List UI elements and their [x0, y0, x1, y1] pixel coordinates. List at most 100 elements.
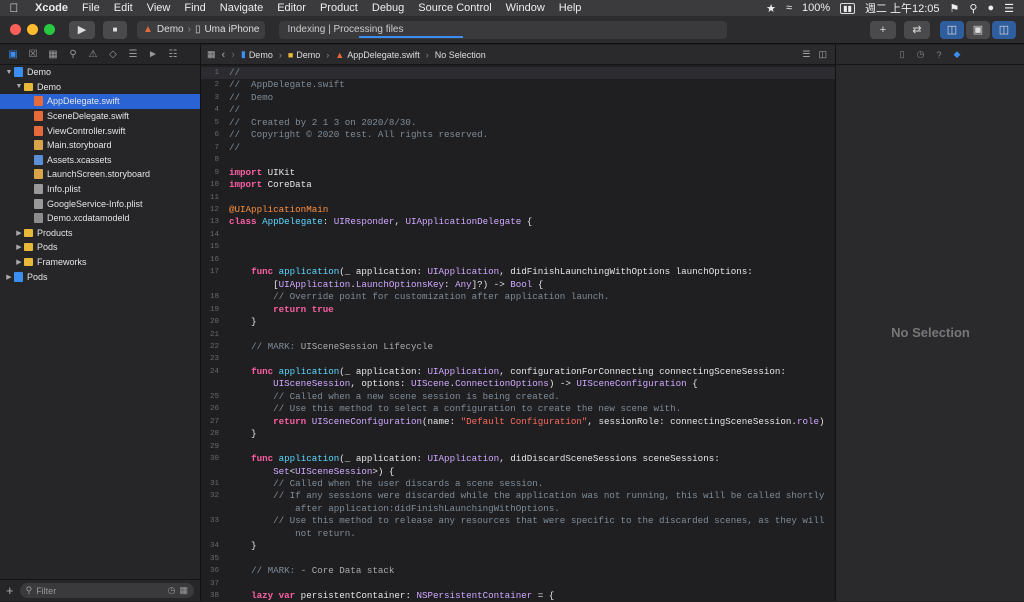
- menu-editor[interactable]: Editor: [270, 2, 313, 14]
- code-line[interactable]: 35: [201, 553, 835, 565]
- quick-help-icon[interactable]: ?: [936, 50, 941, 60]
- identity-inspector-icon[interactable]: ◆: [953, 49, 960, 60]
- file-tree-item[interactable]: ▼ Demo: [0, 65, 200, 80]
- code-line[interactable]: 27 return UISceneConfiguration(name: "De…: [201, 416, 835, 428]
- filter-field[interactable]: ⚲ Filter ◷ ▦: [19, 583, 194, 598]
- code-line[interactable]: 18 // Override point for customization a…: [201, 291, 835, 303]
- code-line[interactable]: 8: [201, 154, 835, 166]
- history-inspector-icon[interactable]: ◷: [917, 49, 925, 60]
- report-navigator-icon[interactable]: ☷: [166, 49, 180, 60]
- code-line[interactable]: 34 }: [201, 540, 835, 552]
- battery-icon[interactable]: ▮▮: [840, 2, 855, 14]
- code-line[interactable]: 16: [201, 254, 835, 266]
- breadcrumb-project[interactable]: ▮ Demo: [241, 49, 273, 60]
- find-navigator-icon[interactable]: ⚲: [66, 49, 80, 60]
- add-file-button[interactable]: +: [6, 583, 14, 598]
- code-line[interactable]: 6 // Copyright © 2020 test. All rights re…: [201, 129, 835, 141]
- disclosure-open-icon[interactable]: ▼: [4, 69, 14, 76]
- close-window-button[interactable]: [10, 24, 21, 35]
- file-tree-item[interactable]: ▶ Frameworks: [0, 255, 200, 270]
- code-line[interactable]: 10 import CoreData: [201, 179, 835, 191]
- wifi-icon[interactable]: ≈: [786, 2, 792, 14]
- code-line[interactable]: 33 // Use this method to release any res…: [201, 515, 835, 527]
- code-line[interactable]: 38 lazy var persistentContainer: NSPersi…: [201, 590, 835, 602]
- menu-find[interactable]: Find: [177, 2, 212, 14]
- breadcrumb-group[interactable]: ■ Demo: [288, 50, 320, 60]
- apple-menu-icon[interactable]: : [0, 1, 28, 15]
- disclosure-open-icon[interactable]: ▼: [14, 83, 24, 90]
- code-line[interactable]: 13 class AppDelegate: UIResponder, UIAppl…: [201, 216, 835, 228]
- disclosure-closed-icon[interactable]: ▶: [14, 243, 24, 251]
- menu-help[interactable]: Help: [552, 2, 589, 14]
- code-review-button[interactable]: ⇄: [904, 20, 930, 39]
- zoom-window-button[interactable]: [44, 24, 55, 35]
- file-tree-item[interactable]: ▶ Pods: [0, 269, 200, 284]
- run-button[interactable]: ▶: [69, 20, 95, 39]
- code-line[interactable]: 31 // Called when the user discards a sc…: [201, 478, 835, 490]
- code-line[interactable]: 23: [201, 353, 835, 365]
- recent-files-icon[interactable]: ◷: [168, 585, 176, 596]
- disclosure-closed-icon[interactable]: ▶: [4, 273, 14, 281]
- menu-navigate[interactable]: Navigate: [213, 2, 270, 14]
- add-editor-icon[interactable]: ◫: [818, 49, 827, 60]
- code-line[interactable]: 7 //: [201, 142, 835, 154]
- source-control-navigator-icon[interactable]: ☒: [26, 49, 40, 60]
- breadcrumb-file[interactable]: ▲ AppDelegate.swift: [335, 50, 419, 60]
- code-line[interactable]: 14: [201, 229, 835, 241]
- file-tree-item[interactable]: Info.plist: [0, 182, 200, 197]
- menu-window[interactable]: Window: [499, 2, 552, 14]
- code-line[interactable]: 24 func application(_ application: UIApp…: [201, 366, 835, 378]
- menu-file[interactable]: File: [75, 2, 107, 14]
- code-line[interactable]: 15: [201, 241, 835, 253]
- scheme-selector[interactable]: ▲ Demo › ▯ Uma iPhone: [137, 20, 266, 39]
- code-line[interactable]: UISceneSession, options: UIScene.Connect…: [201, 378, 835, 390]
- code-line[interactable]: 20 }: [201, 316, 835, 328]
- stop-button[interactable]: ■: [103, 20, 127, 39]
- code-line[interactable]: 11: [201, 192, 835, 204]
- dropbox-icon[interactable]: ★: [766, 2, 776, 15]
- code-area[interactable]: 1 // 2 // AppDelegate.swift 3 // Demo 4 // 5 // C…: [201, 65, 835, 602]
- file-inspector-icon[interactable]: ▯: [900, 49, 905, 60]
- forward-icon[interactable]: ›: [231, 49, 235, 61]
- code-line[interactable]: 12 @UIApplicationMain: [201, 204, 835, 216]
- toggle-inspector-button[interactable]: ◫: [992, 20, 1016, 39]
- code-line[interactable]: 21: [201, 329, 835, 341]
- file-tree-item[interactable]: ▼ Demo: [0, 80, 200, 95]
- file-tree-item[interactable]: SceneDelegate.swift: [0, 109, 200, 124]
- file-tree-item[interactable]: ViewController.swift: [0, 123, 200, 138]
- code-line[interactable]: 25 // Called when a new scene session is…: [201, 391, 835, 403]
- debug-navigator-icon[interactable]: ☰: [126, 49, 140, 60]
- code-line[interactable]: 9 import UIKit: [201, 167, 835, 179]
- code-line[interactable]: 22 // MARK: UISceneSession Lifecycle: [201, 341, 835, 353]
- folder-navigator-icon[interactable]: ▣: [6, 49, 20, 60]
- file-tree-item[interactable]: Demo.xcdatamodeld: [0, 211, 200, 226]
- toggle-debug-area-button[interactable]: ▣: [966, 20, 990, 39]
- file-tree-item[interactable]: Assets.xcassets: [0, 153, 200, 168]
- code-line[interactable]: after application:didFinishLaunchingWith…: [201, 503, 835, 515]
- code-line[interactable]: 3 // Demo: [201, 92, 835, 104]
- back-icon[interactable]: ‹: [222, 49, 226, 61]
- file-tree-item[interactable]: Main.storyboard: [0, 138, 200, 153]
- breakpoint-navigator-icon[interactable]: ►: [146, 49, 160, 60]
- toggle-navigator-button[interactable]: ◫: [940, 20, 964, 39]
- flag-icon[interactable]: ⚑: [950, 2, 960, 15]
- menu-product[interactable]: Product: [313, 2, 365, 14]
- file-tree-item[interactable]: AppDelegate.swift: [0, 94, 200, 109]
- menu-app-name[interactable]: Xcode: [28, 2, 75, 14]
- breadcrumb-symbol[interactable]: No Selection: [435, 50, 486, 60]
- code-line[interactable]: 29: [201, 441, 835, 453]
- file-tree-item[interactable]: ▶ Pods: [0, 240, 200, 255]
- code-line[interactable]: [UIApplication.LaunchOptionsKey: Any]?) …: [201, 279, 835, 291]
- minimize-window-button[interactable]: [27, 24, 38, 35]
- file-tree-item[interactable]: LaunchScreen.storyboard: [0, 167, 200, 182]
- code-line[interactable]: 5 // Created by 2 1 3 on 2020/8/30.: [201, 117, 835, 129]
- code-line[interactable]: 37: [201, 578, 835, 590]
- editor-options-icon[interactable]: ☰: [802, 49, 810, 60]
- code-line[interactable]: 4 //: [201, 104, 835, 116]
- disclosure-closed-icon[interactable]: ▶: [14, 229, 24, 237]
- symbol-navigator-icon[interactable]: ▦: [46, 49, 60, 60]
- test-navigator-icon[interactable]: ◇: [106, 49, 120, 60]
- code-line[interactable]: 19 return true: [201, 304, 835, 316]
- menubar-clock[interactable]: 週二 上午12:05: [865, 0, 940, 16]
- menu-debug[interactable]: Debug: [365, 2, 411, 14]
